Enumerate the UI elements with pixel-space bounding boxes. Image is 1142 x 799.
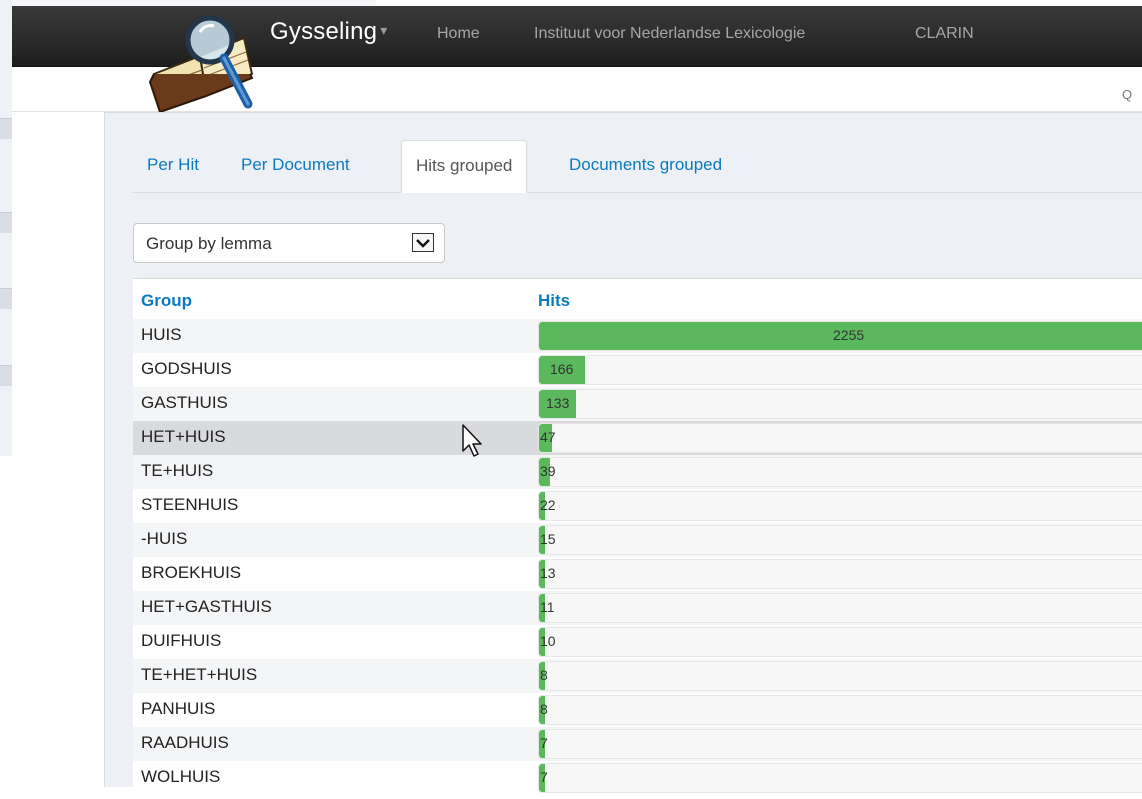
table-body: HUIS 2255 GODSHUIS 166 GASTHUIS 133 HET+HUIS 47… (133, 319, 1142, 795)
hits-count: 7 (540, 735, 548, 751)
group-lemma: DUIFHUIS (141, 631, 222, 650)
header-hits[interactable]: Hits (538, 291, 570, 311)
group-lemma: PANHUIS (141, 699, 216, 718)
tab-per-hit[interactable]: Per Hit (133, 140, 213, 191)
group-lemma: HUIS (141, 325, 182, 344)
table-row[interactable]: HUIS 2255 (133, 319, 1142, 353)
hits-bar-track: 47 (538, 423, 1142, 453)
tab-hits-grouped[interactable]: Hits grouped (401, 140, 528, 193)
group-lemma: STEENHUIS (141, 495, 239, 514)
table-row[interactable]: RAADHUIS 7 (133, 727, 1142, 761)
hits-count: 39 (540, 463, 556, 479)
hits-bar-track: 2255 (538, 321, 1142, 351)
tab-per-document[interactable]: Per Document (227, 140, 364, 191)
hits-bar-track: 22 (538, 491, 1142, 521)
hits-count: 8 (540, 667, 548, 683)
hits-bar-track: 8 (538, 695, 1142, 725)
hits-bar-track: 8 (538, 661, 1142, 691)
table-header: Group Hits (133, 279, 1142, 319)
header-group[interactable]: Group (141, 291, 192, 311)
table-row[interactable]: GASTHUIS 133 (133, 387, 1142, 421)
nav-clarin-link[interactable]: CLARIN (915, 25, 974, 43)
hits-count: 10 (540, 633, 556, 649)
hits-count: 11 (540, 599, 555, 615)
hits-bar-track: 7 (538, 729, 1142, 759)
table-row[interactable]: PANHUIS 8 (133, 693, 1142, 727)
book-magnifier-logo[interactable] (148, 4, 260, 116)
subheader-label: Q (1122, 87, 1133, 102)
chevron-down-icon[interactable] (412, 233, 434, 252)
hits-bar-track: 15 (538, 525, 1142, 555)
table-row[interactable]: -HUIS 15 (133, 523, 1142, 557)
group-lemma: TE+HUIS (141, 461, 214, 480)
nav-inl-link[interactable]: Instituut voor Nederlandse Lexicologie (534, 25, 805, 43)
table-row[interactable]: DUIFHUIS 10 (133, 625, 1142, 659)
group-lemma: HET+HUIS (141, 427, 226, 446)
caret-down-icon: ▾ (380, 22, 388, 38)
table-row[interactable]: WOLHUIS 7 (133, 761, 1142, 795)
group-lemma: TE+HET+HUIS (141, 665, 258, 684)
hits-count: 133 (546, 395, 570, 411)
group-lemma: -HUIS (141, 529, 188, 548)
group-lemma: GASTHUIS (141, 393, 228, 412)
hits-bar-track: 7 (538, 763, 1142, 793)
hits-count: 47 (540, 429, 556, 445)
table-row[interactable]: TE+HET+HUIS 8 (133, 659, 1142, 693)
mouse-pointer-icon (462, 424, 482, 457)
hits-bar-track: 166 (538, 355, 1142, 385)
group-by-select[interactable]: Group by lemma (133, 223, 445, 263)
hits-count: 13 (540, 565, 556, 581)
table-row[interactable]: TE+HUIS 39 (133, 455, 1142, 489)
group-lemma: GODSHUIS (141, 359, 232, 378)
hits-bar-track: 10 (538, 627, 1142, 657)
hits-count: 22 (540, 497, 556, 513)
group-lemma: WOLHUIS (141, 767, 221, 786)
group-lemma: RAADHUIS (141, 733, 229, 752)
group-lemma: HET+GASTHUIS (141, 597, 272, 616)
hits-count: 2255 (833, 327, 865, 343)
hits-count: 7 (540, 769, 548, 785)
table-row[interactable]: BROEKHUIS 13 (133, 557, 1142, 591)
group-by-value: Group by lemma (146, 234, 272, 253)
hits-bar-track: 133 (538, 389, 1142, 419)
table-row[interactable]: STEENHUIS 22 (133, 489, 1142, 523)
table-row[interactable]: GODSHUIS 166 (133, 353, 1142, 387)
nav-home-link[interactable]: Home (437, 25, 480, 43)
brand-label: Gysseling (270, 18, 378, 45)
hits-count: 8 (540, 701, 548, 717)
hits-count: 15 (540, 531, 556, 547)
hits-bar-track: 11 (538, 593, 1142, 623)
table-row[interactable]: HET+HUIS 47 (133, 421, 1142, 455)
brand-dropdown[interactable]: Gysseling ▾ (270, 18, 387, 46)
hits-count: 166 (550, 361, 574, 377)
hits-bar-track: 13 (538, 559, 1142, 589)
tab-documents-grouped[interactable]: Documents grouped (555, 140, 736, 191)
background-sidebar (0, 0, 12, 456)
results-panel: Per Hit Per Document Hits grouped Docume… (104, 112, 1142, 799)
result-tabs: Per Hit Per Document Hits grouped Docume… (133, 140, 1142, 193)
hits-bar-track: 39 (538, 457, 1142, 487)
grouped-hits-table: Group Hits HUIS 2255 GODSHUIS 166 GASTHUIS 13… (133, 278, 1142, 799)
table-row[interactable]: HET+GASTHUIS 11 (133, 591, 1142, 625)
group-lemma: BROEKHUIS (141, 563, 242, 582)
